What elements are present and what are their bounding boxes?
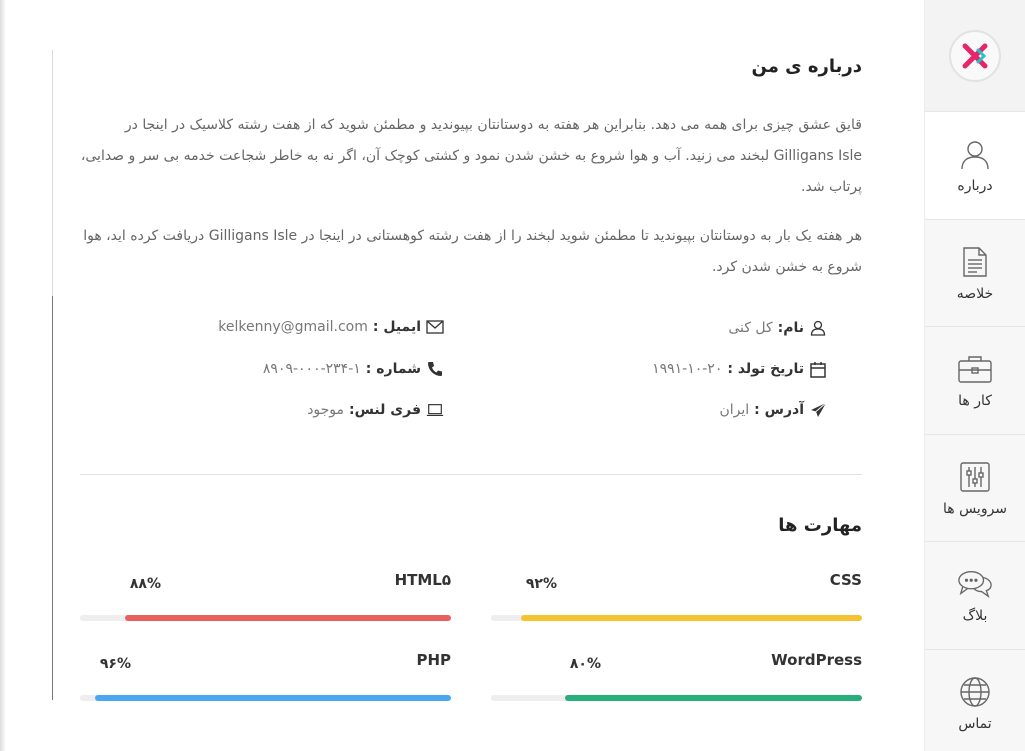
skill-html5: HTML۵ ۸۸% — [80, 571, 451, 621]
skill-bar-fill — [125, 615, 451, 621]
skill-name: CSS — [829, 571, 862, 589]
sidebar-item-blog[interactable]: بلاگ — [925, 542, 1025, 650]
skill-bar-track — [80, 615, 451, 621]
sidebar-item-label: درباره — [957, 178, 993, 195]
info-name: نام: کل کنی — [728, 319, 827, 337]
skills-title: مهارت ها — [778, 515, 862, 536]
info-freelance-value: موجود — [307, 402, 345, 418]
logo[interactable] — [949, 29, 1001, 82]
skill-name: HTML۵ — [394, 571, 451, 589]
chat-icon — [957, 566, 993, 602]
info-address: آدرس : ایران — [719, 401, 827, 419]
laptop-icon — [426, 401, 444, 419]
skill-percent: ۸۸% — [129, 576, 161, 592]
envelope-icon — [426, 318, 444, 336]
skill-bar-fill — [95, 695, 451, 701]
document-icon — [957, 244, 993, 280]
info-email: ایمیل : kelkenny@gmail.com — [218, 318, 444, 336]
info-name-label: نام: — [777, 320, 804, 336]
calendar-icon — [809, 360, 827, 378]
info-email-label: ایمیل : — [372, 319, 421, 335]
info-address-value: ایران — [719, 402, 750, 418]
info-address-label: آدرس : — [754, 402, 804, 418]
skill-percent: ۹۶% — [99, 656, 131, 672]
sidebar-nav: درباره خلاصه کار ها سرویس ها بلاگ تماس — [924, 0, 1025, 751]
sidebar-item-label: کار ها — [958, 393, 992, 410]
info-phone: شماره : ۸۹۰۹-۰۰۰-۲۳۴-۱ — [263, 360, 444, 378]
skill-php: PHP ۹۶% — [80, 651, 451, 701]
window-edge-shadow — [0, 0, 6, 751]
sidebar-item-label: تماس — [958, 716, 992, 733]
about-paragraph-2: هر هفته یک بار به دوستانتان بپیوندید تا … — [83, 228, 862, 275]
skill-bar-fill — [521, 615, 862, 621]
info-birth: تاریخ تولد : ۱۹۹۱-۱۰-۲۰ — [652, 360, 827, 378]
sidebar-item-label: سرویس ها — [942, 500, 1008, 517]
sidebar-item-label: بلاگ — [962, 608, 988, 625]
sidebar-item-label: خلاصه — [956, 285, 994, 302]
about-paragraph-1: قایق عشق چیزی برای همه می دهد. بنابراین … — [80, 117, 862, 195]
section-divider — [80, 474, 862, 475]
sidebar-item-services[interactable]: سرویس ها — [925, 435, 1025, 542]
info-phone-label: شماره : — [365, 361, 421, 377]
sliders-icon — [957, 459, 993, 495]
skill-wordpress: WordPress ۸۰% — [491, 651, 862, 701]
user-icon — [809, 319, 827, 337]
info-name-value: کل کنی — [728, 320, 773, 336]
info-freelance: فری لنس: موجود — [307, 401, 444, 419]
skill-bar-track — [80, 695, 451, 701]
skill-name: PHP — [416, 651, 451, 669]
logo-icon — [962, 43, 988, 68]
skill-percent: ۹۲% — [525, 576, 557, 592]
sidebar-item-resume[interactable]: خلاصه — [925, 220, 1025, 327]
sidebar-item-works[interactable]: کار ها — [925, 327, 1025, 435]
info-freelance-label: فری لنس: — [349, 402, 421, 418]
phone-icon — [426, 360, 444, 378]
user-icon — [957, 136, 993, 172]
skill-bar-fill — [565, 695, 862, 701]
info-phone-value: ۸۹۰۹-۰۰۰-۲۳۴-۱ — [262, 361, 361, 377]
paper-plane-icon — [809, 401, 827, 419]
skill-name: WordPress — [771, 651, 862, 669]
globe-icon — [957, 674, 993, 710]
briefcase-icon — [957, 351, 993, 387]
sidebar-item-about[interactable]: درباره — [925, 112, 1025, 220]
skill-css: CSS ۹۲% — [491, 571, 862, 621]
skill-bar-track — [491, 695, 862, 701]
skill-bar-track — [491, 615, 862, 621]
info-birth-value: ۱۹۹۱-۱۰-۲۰ — [652, 361, 723, 377]
info-birth-label: تاریخ تولد : — [727, 361, 804, 377]
scroll-indicator[interactable] — [52, 296, 53, 700]
page-title: درباره ی من — [751, 56, 862, 77]
sidebar-item-contact[interactable]: تماس — [925, 650, 1025, 751]
skill-percent: ۸۰% — [569, 656, 601, 672]
info-email-value[interactable]: kelkenny@gmail.com — [218, 319, 368, 335]
logo-area — [925, 0, 1025, 112]
